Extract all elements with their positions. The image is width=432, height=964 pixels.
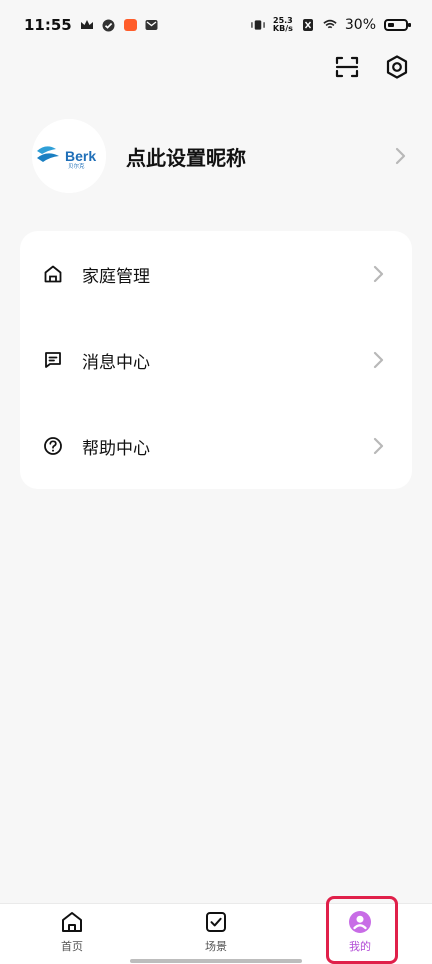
home-icon [43, 264, 63, 284]
checkbox-icon [204, 910, 228, 937]
chevron-right-icon [370, 351, 386, 369]
tab-scene[interactable]: 场景 [180, 910, 252, 962]
menu-card: 家庭管理 消息中心 帮助中心 [20, 231, 412, 489]
wifi-icon [323, 18, 337, 32]
tab-label-me: 我的 [349, 940, 371, 953]
help-icon [43, 436, 63, 456]
network-speed: 25.3 KB/s [273, 17, 293, 33]
profile-header[interactable]: Berk 贝尔克 点此设置昵称 [32, 119, 408, 193]
chevron-right-icon [370, 265, 386, 283]
check-badge-icon [102, 18, 116, 32]
status-left: 11:55 [24, 16, 159, 34]
vibrate-icon [251, 18, 265, 32]
mail-icon [145, 18, 159, 32]
menu-label-message-center: 消息中心 [82, 352, 150, 373]
message-icon [43, 350, 63, 370]
menu-label-family-management: 家庭管理 [82, 266, 150, 287]
avatar: Berk 贝尔克 [32, 119, 106, 193]
status-right: 25.3 KB/s 30% [251, 17, 411, 33]
tab-home[interactable]: 首页 [36, 910, 108, 962]
menu-label-help-center: 帮助中心 [82, 438, 150, 459]
logo-subtext: 贝尔克 [68, 162, 85, 170]
menu-item-help-center[interactable]: 帮助中心 [20, 403, 412, 489]
profile-chevron-right-icon [392, 147, 408, 165]
settings-button[interactable] [384, 54, 410, 84]
top-tools [334, 54, 410, 84]
gesture-bar[interactable] [130, 959, 302, 963]
battery-icon [384, 19, 411, 31]
tab-me[interactable]: 我的 [324, 910, 396, 962]
tab-label-scene: 场景 [205, 940, 227, 953]
status-time: 11:55 [24, 16, 72, 34]
nickname-label: 点此设置昵称 [126, 145, 246, 170]
home-icon [60, 910, 84, 937]
crown-icon [80, 18, 94, 32]
app-notification-icon [123, 19, 137, 31]
bottom-navigation: 首页 场景 我的 [0, 903, 432, 964]
sim-disabled-icon [301, 18, 315, 32]
tab-label-home: 首页 [61, 940, 83, 953]
status-bar: 11:55 25.3 KB/s 30% [0, 0, 432, 50]
logo-text: Berk [65, 148, 96, 164]
menu-item-message-center[interactable]: 消息中心 [20, 317, 412, 403]
profile-icon [348, 910, 372, 937]
gear-icon [384, 54, 410, 84]
scan-button[interactable] [334, 56, 360, 82]
battery-percent: 30% [344, 17, 376, 33]
network-speed-unit: KB/s [272, 24, 293, 33]
scan-icon [334, 54, 360, 84]
profile-screen: 11:55 25.3 KB/s 30% Berk 贝尔克 点此设置昵称 家庭管理… [0, 0, 432, 964]
berk-logo-icon: Berk 贝尔克 [32, 119, 106, 193]
chevron-right-icon [370, 437, 386, 455]
menu-item-family-management[interactable]: 家庭管理 [20, 231, 412, 317]
